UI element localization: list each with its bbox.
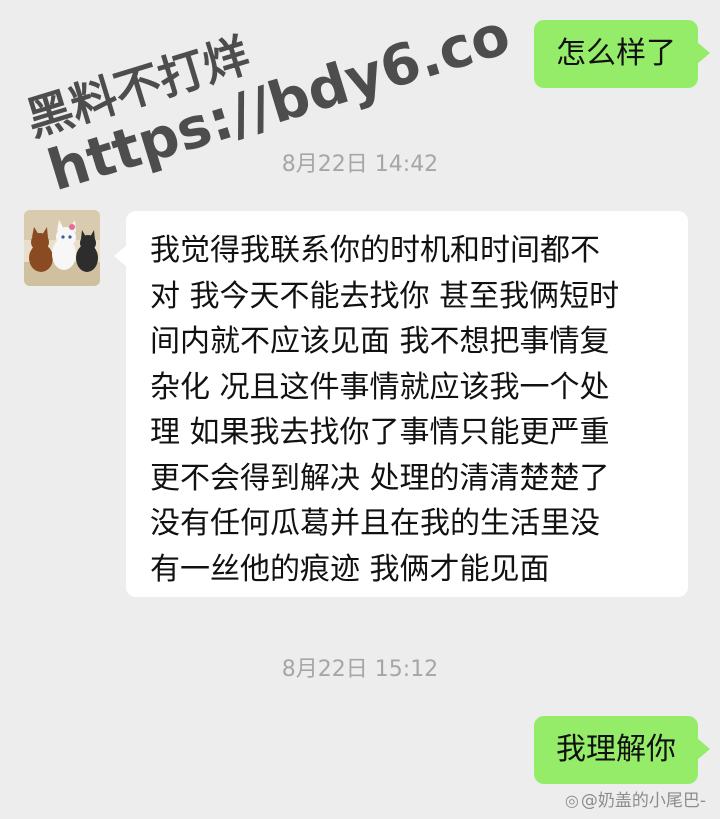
- message-line: 间内就不应该见面 我不想把事情复: [150, 324, 610, 359]
- incoming-message[interactable]: 我觉得我联系你的时机和时间都不 对 我今天不能去找你 甚至我俩短时 间内就不应该…: [114, 211, 688, 597]
- message-line: 没有任何瓜葛并且在我的生活里没: [150, 506, 600, 541]
- cartoon-cats-avatar-icon: [24, 210, 100, 286]
- message-text: 怎么样了: [556, 36, 676, 71]
- message-line: 杂化 况且这件事情就应该我一个处: [150, 369, 610, 405]
- outgoing-message[interactable]: 怎么样了: [534, 20, 710, 88]
- weibo-icon: ◎: [564, 791, 579, 810]
- weibo-credit: ◎ @奶盖的小尾巴-: [565, 786, 706, 811]
- message-line: 更不会得到解决 处理的清清楚楚了: [150, 460, 610, 496]
- contact-avatar[interactable]: [24, 210, 100, 286]
- message-line: 对 我今天不能去找你 甚至我俩短时: [150, 278, 620, 314]
- message-line: 我觉得我联系你的时机和时间都不: [150, 233, 600, 268]
- credit-text: @奶盖的小尾巴-: [580, 791, 706, 811]
- message-line: 有一丝他的痕迹 我俩才能见面: [150, 551, 550, 587]
- timestamp: 8月22日 15:12: [281, 657, 439, 682]
- message-line: 理 如果我去找你了事情只能更严重: [150, 415, 610, 450]
- message-text: 我理解你: [556, 732, 676, 767]
- outgoing-message[interactable]: 我理解你: [534, 716, 710, 784]
